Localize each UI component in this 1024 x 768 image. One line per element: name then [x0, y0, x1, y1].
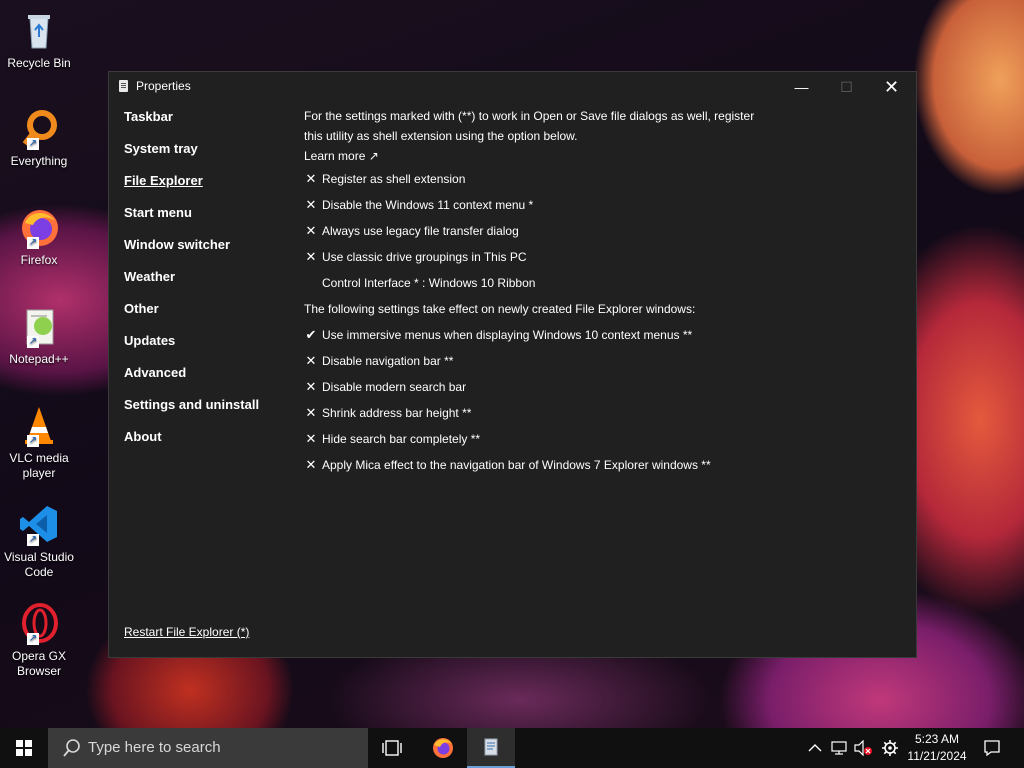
notepadpp-icon: ↗ — [17, 304, 61, 348]
nav-item-settings-uninstall[interactable]: Settings and uninstall — [124, 396, 299, 428]
opera-gx-icon: ↗ — [17, 601, 61, 645]
desktop-icon-opera-gx[interactable]: ↗ Opera GX Browser — [4, 601, 74, 679]
clock-time: 5:23 AM — [914, 732, 960, 746]
learn-more-link[interactable]: Learn more ↗ — [304, 146, 904, 166]
clock-date: 11/21/2024 — [907, 749, 967, 763]
search-placeholder: Type here to search — [88, 739, 221, 756]
desktop-icon-everything[interactable]: ↗ Everything — [4, 106, 74, 169]
desktop-icon-notepadpp[interactable]: ↗ Notepad++ — [4, 304, 74, 367]
search-icon — [62, 738, 82, 758]
volume-muted-icon — [854, 740, 872, 756]
shortcut-arrow-icon: ↗ — [27, 237, 39, 249]
cross-icon: ✕ — [305, 431, 317, 446]
chevron-up-icon — [808, 744, 822, 752]
desktop-icon-recycle-bin[interactable]: Recycle Bin — [4, 8, 74, 71]
nav-item-weather[interactable]: Weather — [124, 268, 299, 300]
vscode-icon: ↗ — [17, 502, 61, 546]
tray-overflow-button[interactable] — [805, 728, 825, 768]
gear-icon — [882, 740, 898, 756]
tray-settings-button[interactable] — [879, 728, 901, 768]
option-disable-modern-search[interactable]: ✕ Disable modern search bar — [304, 374, 904, 400]
cross-icon: ✕ — [305, 223, 317, 238]
cross-icon: ✕ — [305, 197, 317, 212]
shortcut-arrow-icon: ↗ — [27, 633, 39, 645]
restart-file-explorer-link[interactable]: Restart File Explorer (*) — [124, 625, 249, 639]
option-mica-effect[interactable]: ✕ Apply Mica effect to the navigation ba… — [304, 452, 904, 478]
start-button[interactable] — [0, 728, 48, 768]
task-view-button[interactable] — [368, 728, 416, 768]
option-disable-win11-context-menu[interactable]: ✕ Disable the Windows 11 context menu * — [304, 192, 904, 218]
cross-icon: ✕ — [305, 457, 317, 472]
everything-search-icon: ↗ — [17, 106, 61, 150]
option-shrink-address-bar[interactable]: ✕ Shrink address bar height ** — [304, 400, 904, 426]
desktop-icon-firefox[interactable]: ↗ Firefox — [4, 205, 74, 268]
network-icon — [831, 741, 847, 755]
notification-center-button[interactable] — [980, 728, 1004, 768]
option-control-interface[interactable]: Control Interface * : Windows 10 Ribbon — [304, 270, 904, 296]
windows-logo-icon — [16, 740, 32, 756]
properties-window: Properties — ☐ ✕ Taskbar System tray Fil… — [108, 71, 917, 658]
maximize-button[interactable]: ☐ — [824, 72, 869, 102]
cross-icon: ✕ — [305, 249, 317, 264]
nav-item-window-switcher[interactable]: Window switcher — [124, 236, 299, 268]
nav-item-file-explorer[interactable]: File Explorer — [124, 172, 299, 204]
option-disable-navigation-bar[interactable]: ✕ Disable navigation bar ** — [304, 348, 904, 374]
taskbar-clock[interactable]: 5:23 AM 11/21/2024 — [900, 731, 974, 765]
shortcut-arrow-icon: ↗ — [27, 435, 39, 447]
nav-item-start-menu[interactable]: Start menu — [124, 204, 299, 236]
settings-nav: Taskbar System tray File Explorer Start … — [124, 108, 299, 460]
option-legacy-file-transfer[interactable]: ✕ Always use legacy file transfer dialog — [304, 218, 904, 244]
option-immersive-menus[interactable]: ✔ Use immersive menus when displaying Wi… — [304, 322, 904, 348]
cross-icon: ✕ — [305, 171, 317, 186]
cross-icon: ✕ — [305, 353, 317, 368]
checkmark-icon: ✔ — [305, 327, 317, 342]
close-button[interactable]: ✕ — [869, 72, 914, 102]
settings-content: For the settings marked with (**) to wor… — [304, 106, 904, 478]
nav-item-about[interactable]: About — [124, 428, 299, 460]
shortcut-arrow-icon: ↗ — [27, 336, 39, 348]
intro-text: For the settings marked with (**) to wor… — [304, 109, 755, 143]
nav-item-other[interactable]: Other — [124, 300, 299, 332]
option-register-shell-extension[interactable]: ✕ Register as shell extension — [304, 166, 904, 192]
nav-item-updates[interactable]: Updates — [124, 332, 299, 364]
cross-icon: ✕ — [305, 405, 317, 420]
app-document-icon — [119, 80, 128, 92]
desktop-icon-vscode[interactable]: ↗ Visual Studio Code — [4, 502, 74, 580]
tray-network-button[interactable] — [829, 728, 849, 768]
vlc-icon: ↗ — [17, 403, 61, 447]
shortcut-arrow-icon: ↗ — [27, 534, 39, 546]
notification-icon — [984, 740, 1000, 757]
section-note: The following settings take effect on ne… — [304, 302, 696, 316]
firefox-icon — [433, 738, 453, 758]
cross-icon: ✕ — [305, 379, 317, 394]
nav-item-system-tray[interactable]: System tray — [124, 140, 299, 172]
desktop-icon-vlc[interactable]: ↗ VLC media player — [4, 403, 74, 481]
window-titlebar[interactable]: Properties — ☐ ✕ — [109, 72, 916, 102]
minimize-button[interactable]: — — [779, 72, 824, 102]
option-classic-drive-groupings[interactable]: ✕ Use classic drive groupings in This PC — [304, 244, 904, 270]
firefox-icon: ↗ — [17, 205, 61, 249]
nav-item-advanced[interactable]: Advanced — [124, 364, 299, 396]
option-hide-search-bar[interactable]: ✕ Hide search bar completely ** — [304, 426, 904, 452]
taskbar-search-box[interactable]: Type here to search — [48, 728, 368, 768]
taskbar-properties-app[interactable] — [467, 728, 515, 768]
taskbar-firefox[interactable] — [419, 728, 467, 768]
shortcut-arrow-icon: ↗ — [27, 138, 39, 150]
nav-item-taskbar[interactable]: Taskbar — [124, 108, 299, 140]
window-title: Properties — [136, 79, 191, 93]
taskbar: Type here to search 5:23 AM 11/21/2024 — [0, 728, 1024, 768]
task-view-icon — [382, 740, 402, 756]
recycle-bin-icon — [17, 8, 61, 52]
app-document-icon — [484, 738, 498, 756]
tray-volume-button[interactable] — [852, 728, 874, 768]
